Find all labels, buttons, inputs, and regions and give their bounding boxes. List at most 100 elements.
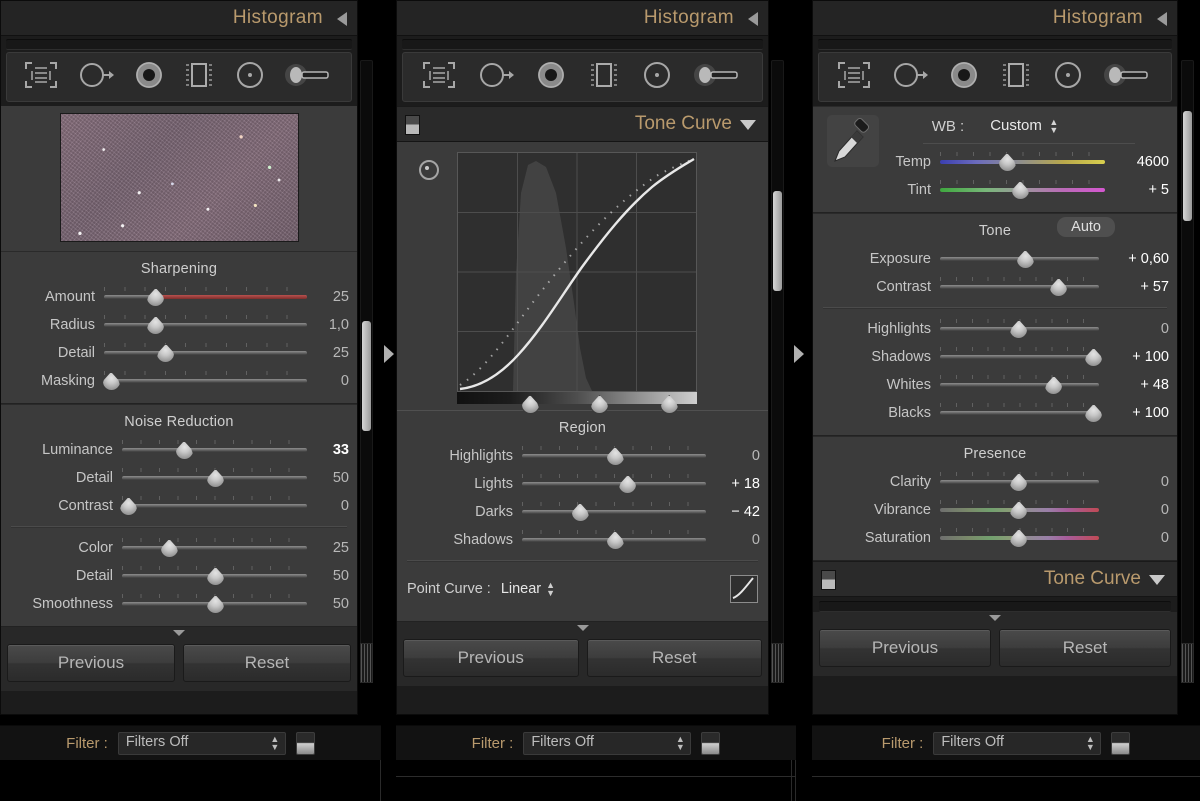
right-scrollbar-thumb[interactable]	[1183, 111, 1192, 221]
split-knob-midtones[interactable]	[590, 395, 609, 414]
slider-row-amount[interactable]: Amount 25	[1, 283, 357, 311]
slider-row-blacks[interactable]: Blacks + 100	[813, 399, 1177, 427]
middle-show-panel-triangle-icon[interactable]	[794, 345, 804, 363]
slider-track[interactable]	[940, 527, 1099, 549]
graduated-filter-icon[interactable]	[181, 60, 217, 95]
slider-value[interactable]: 50	[307, 470, 349, 486]
filter-select[interactable]: Filters Off ▲ ▼	[933, 731, 1102, 755]
slider-row-clarity[interactable]: Clarity 0	[813, 468, 1177, 496]
stepper-icon[interactable]: ▲ ▼	[1049, 117, 1058, 134]
image-preview[interactable]	[59, 113, 299, 242]
slider-row-saturation[interactable]: Saturation 0	[813, 524, 1177, 552]
slider-track[interactable]	[940, 151, 1105, 173]
slider-value[interactable]: 0	[1099, 474, 1169, 490]
filter-toggle-button[interactable]	[295, 731, 315, 755]
slider-row-masking[interactable]: Masking 0	[1, 367, 357, 395]
left-show-panel-triangle-icon[interactable]	[384, 345, 394, 363]
red-eye-icon[interactable]	[535, 60, 567, 95]
slider-row-region-shadows[interactable]: Shadows 0	[397, 526, 768, 554]
previous-button[interactable]: Previous	[403, 639, 579, 677]
slider-track[interactable]	[119, 495, 307, 517]
slider-track[interactable]	[122, 565, 307, 587]
split-knob-shadows[interactable]	[521, 395, 539, 414]
triangle-left-icon[interactable]	[337, 12, 347, 26]
slider-track[interactable]	[122, 467, 307, 489]
reset-button[interactable]: Reset	[999, 629, 1171, 667]
slider-row-whites[interactable]: Whites + 48	[813, 371, 1177, 399]
filter-toggle-button[interactable]	[701, 731, 721, 755]
right-panel-grip[interactable]	[1181, 643, 1194, 683]
tone-curve-switch-icon[interactable]	[821, 570, 836, 590]
graduated-filter-icon[interactable]	[998, 60, 1034, 95]
triangle-down-icon[interactable]	[1149, 575, 1165, 585]
reset-button[interactable]: Reset	[586, 639, 762, 677]
adjustment-brush-icon[interactable]	[1102, 60, 1154, 95]
spot-removal-icon[interactable]	[76, 60, 116, 95]
slider-row-nr-contrast[interactable]: Contrast 0	[1, 492, 357, 520]
slider-value[interactable]: 4600	[1105, 154, 1169, 170]
auto-tone-button[interactable]: Auto	[1057, 217, 1115, 237]
adjustment-brush-icon[interactable]	[692, 60, 744, 95]
slider-track[interactable]	[940, 374, 1099, 396]
slider-row-radius[interactable]: Radius 1,0	[1, 311, 357, 339]
slider-value[interactable]: 0	[307, 373, 349, 389]
split-knob-highlights[interactable]	[660, 395, 679, 414]
slider-value[interactable]: + 5	[1105, 182, 1169, 198]
left-panel-grip[interactable]	[360, 643, 373, 683]
slider-row-detail[interactable]: Detail 25	[1, 339, 357, 367]
triangle-down-icon[interactable]	[740, 120, 756, 130]
slider-value[interactable]: 50	[307, 596, 349, 612]
slider-row-highlights[interactable]: Highlights 0	[813, 315, 1177, 343]
slider-value[interactable]: 25	[307, 289, 349, 305]
slider-row-smoothness[interactable]: Smoothness 50	[1, 590, 357, 618]
radial-filter-icon[interactable]	[641, 60, 673, 95]
slider-row-region-highlights[interactable]: Highlights 0	[397, 442, 768, 470]
slider-row-color[interactable]: Color 25	[1, 534, 357, 562]
slider-value[interactable]: + 0,60	[1099, 251, 1169, 267]
slider-track[interactable]	[940, 276, 1099, 298]
targeted-adjustment-icon[interactable]	[419, 160, 439, 180]
stepper-icon[interactable]: ▲ ▼	[1083, 734, 1097, 751]
slider-value[interactable]: 0	[1099, 530, 1169, 546]
middle-scrollbar-thumb[interactable]	[773, 191, 782, 291]
wb-value-wrap[interactable]: Custom ▲ ▼	[990, 117, 1058, 135]
triangle-left-icon[interactable]	[748, 12, 758, 26]
left-scrollbar[interactable]	[360, 60, 373, 662]
slider-track[interactable]	[940, 346, 1103, 368]
tone-curve-header[interactable]: Tone Curve	[397, 106, 768, 142]
slider-value[interactable]: 0	[307, 498, 349, 514]
slider-value[interactable]: + 100	[1099, 405, 1169, 421]
slider-value[interactable]: 33	[307, 442, 349, 458]
right-tone-curve-header[interactable]: Tone Curve	[813, 561, 1177, 597]
stepper-icon[interactable]: ▲ ▼	[268, 734, 282, 751]
slider-track[interactable]	[940, 402, 1103, 424]
crop-overlay-icon[interactable]	[421, 60, 457, 95]
tone-curve-graph[interactable]	[457, 152, 697, 392]
slider-track[interactable]	[122, 439, 307, 461]
slider-row-region-lights[interactable]: Lights + 18	[397, 470, 768, 498]
middle-scrollbar[interactable]	[771, 60, 784, 662]
slider-row-nr-detail[interactable]: Detail 50	[1, 464, 357, 492]
slider-value[interactable]: − 42	[706, 504, 760, 520]
edit-point-curve-icon[interactable]	[730, 575, 758, 603]
tone-curve-switch-icon[interactable]	[405, 115, 420, 135]
crop-overlay-icon[interactable]	[23, 60, 59, 95]
reset-button[interactable]: Reset	[183, 644, 351, 682]
point-curve-value[interactable]: Linear	[501, 581, 541, 597]
spot-removal-icon[interactable]	[890, 60, 930, 95]
left-tool-strip[interactable]	[6, 52, 352, 102]
slider-value[interactable]: 1,0	[307, 317, 349, 333]
slider-row-vibrance[interactable]: Vibrance 0	[813, 496, 1177, 524]
slider-value[interactable]: 0	[706, 532, 760, 548]
slider-row-region-darks[interactable]: Darks − 42	[397, 498, 768, 526]
slider-value[interactable]: + 18	[706, 476, 760, 492]
slider-track[interactable]	[102, 370, 307, 392]
slider-track[interactable]	[522, 445, 706, 467]
slider-value[interactable]: + 100	[1099, 349, 1169, 365]
slider-track[interactable]	[522, 501, 706, 523]
slider-track[interactable]	[940, 179, 1105, 201]
red-eye-icon[interactable]	[948, 60, 980, 95]
slider-row-color-detail[interactable]: Detail 50	[1, 562, 357, 590]
slider-track[interactable]	[104, 314, 307, 336]
right-tool-strip[interactable]	[818, 52, 1172, 102]
